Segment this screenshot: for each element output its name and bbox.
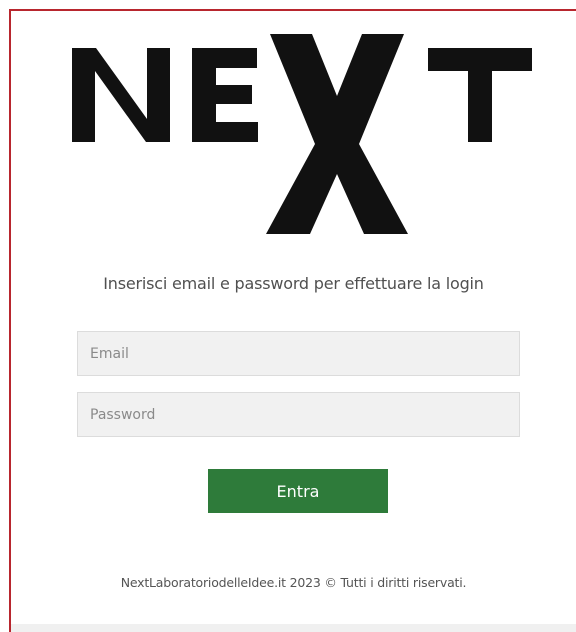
password-field[interactable] xyxy=(77,392,520,437)
login-instruction: Inserisci email e password per effettuar… xyxy=(103,274,484,293)
login-button[interactable]: Entra xyxy=(208,469,388,513)
copyright-text: NextLaboratoriodelleIdee.it 2023 © Tutti… xyxy=(120,575,467,590)
next-logo xyxy=(72,34,542,234)
email-field[interactable] xyxy=(77,331,520,376)
bottom-strip xyxy=(11,624,576,632)
